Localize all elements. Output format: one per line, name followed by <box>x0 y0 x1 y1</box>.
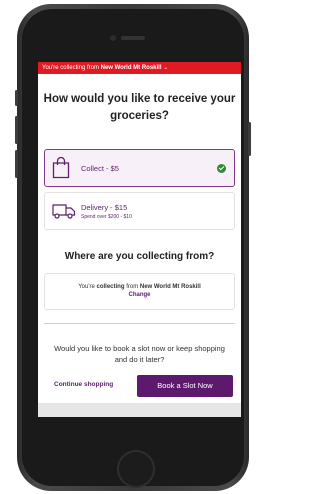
change-store-link[interactable]: Change <box>45 292 234 298</box>
front-camera <box>110 35 116 41</box>
collection-store-box: You're collecting from New World Mt Rosk… <box>44 273 235 310</box>
shopping-bag-icon <box>52 156 70 184</box>
volume-down-button <box>15 150 18 178</box>
bottom-strip <box>38 403 241 417</box>
collection-store-line: You're collecting from New World Mt Rosk… <box>45 284 234 290</box>
collecting-heading: Where are you collecting from? <box>64 251 215 262</box>
check-circle-icon <box>217 164 226 173</box>
store-line-store-name: New World Mt Roskill <box>139 284 201 290</box>
earpiece-speaker <box>121 36 145 40</box>
mute-switch <box>15 90 18 106</box>
delivery-subtext: Spend over $200 - $10 <box>81 214 132 220</box>
app-screen: You're collecting from New World Mt Rosk… <box>38 62 241 417</box>
volume-up-button <box>15 116 18 144</box>
store-line-from: from <box>126 284 139 290</box>
section-divider <box>44 323 235 324</box>
delivery-option[interactable]: Delivery - $15 Spend over $200 - $10 <box>44 192 235 230</box>
power-button <box>248 122 251 156</box>
collect-option[interactable]: Collect - $5 <box>44 149 235 187</box>
banner-prefix: You're collecting from <box>42 65 99 71</box>
banner-store-name: New World Mt Roskill <box>100 65 162 71</box>
continue-shopping-link[interactable]: Continue shopping <box>54 380 113 390</box>
collect-label: Collect - $5 <box>81 164 119 173</box>
store-banner[interactable]: You're collecting from New World Mt Rosk… <box>38 62 241 74</box>
booking-question: Would you like to book a slot now or kee… <box>54 344 225 364</box>
delivery-label: Delivery - $15 <box>81 203 128 212</box>
delivery-truck-icon <box>52 203 76 224</box>
store-line-prefix: You're <box>78 284 95 290</box>
home-button[interactable] <box>117 450 155 488</box>
chevron-down-icon: ⌄ <box>163 65 169 71</box>
book-slot-button[interactable]: Book a Slot Now <box>137 375 233 397</box>
store-line-collecting: collecting <box>96 284 125 290</box>
page-title: How would you like to receive your groce… <box>43 93 236 122</box>
